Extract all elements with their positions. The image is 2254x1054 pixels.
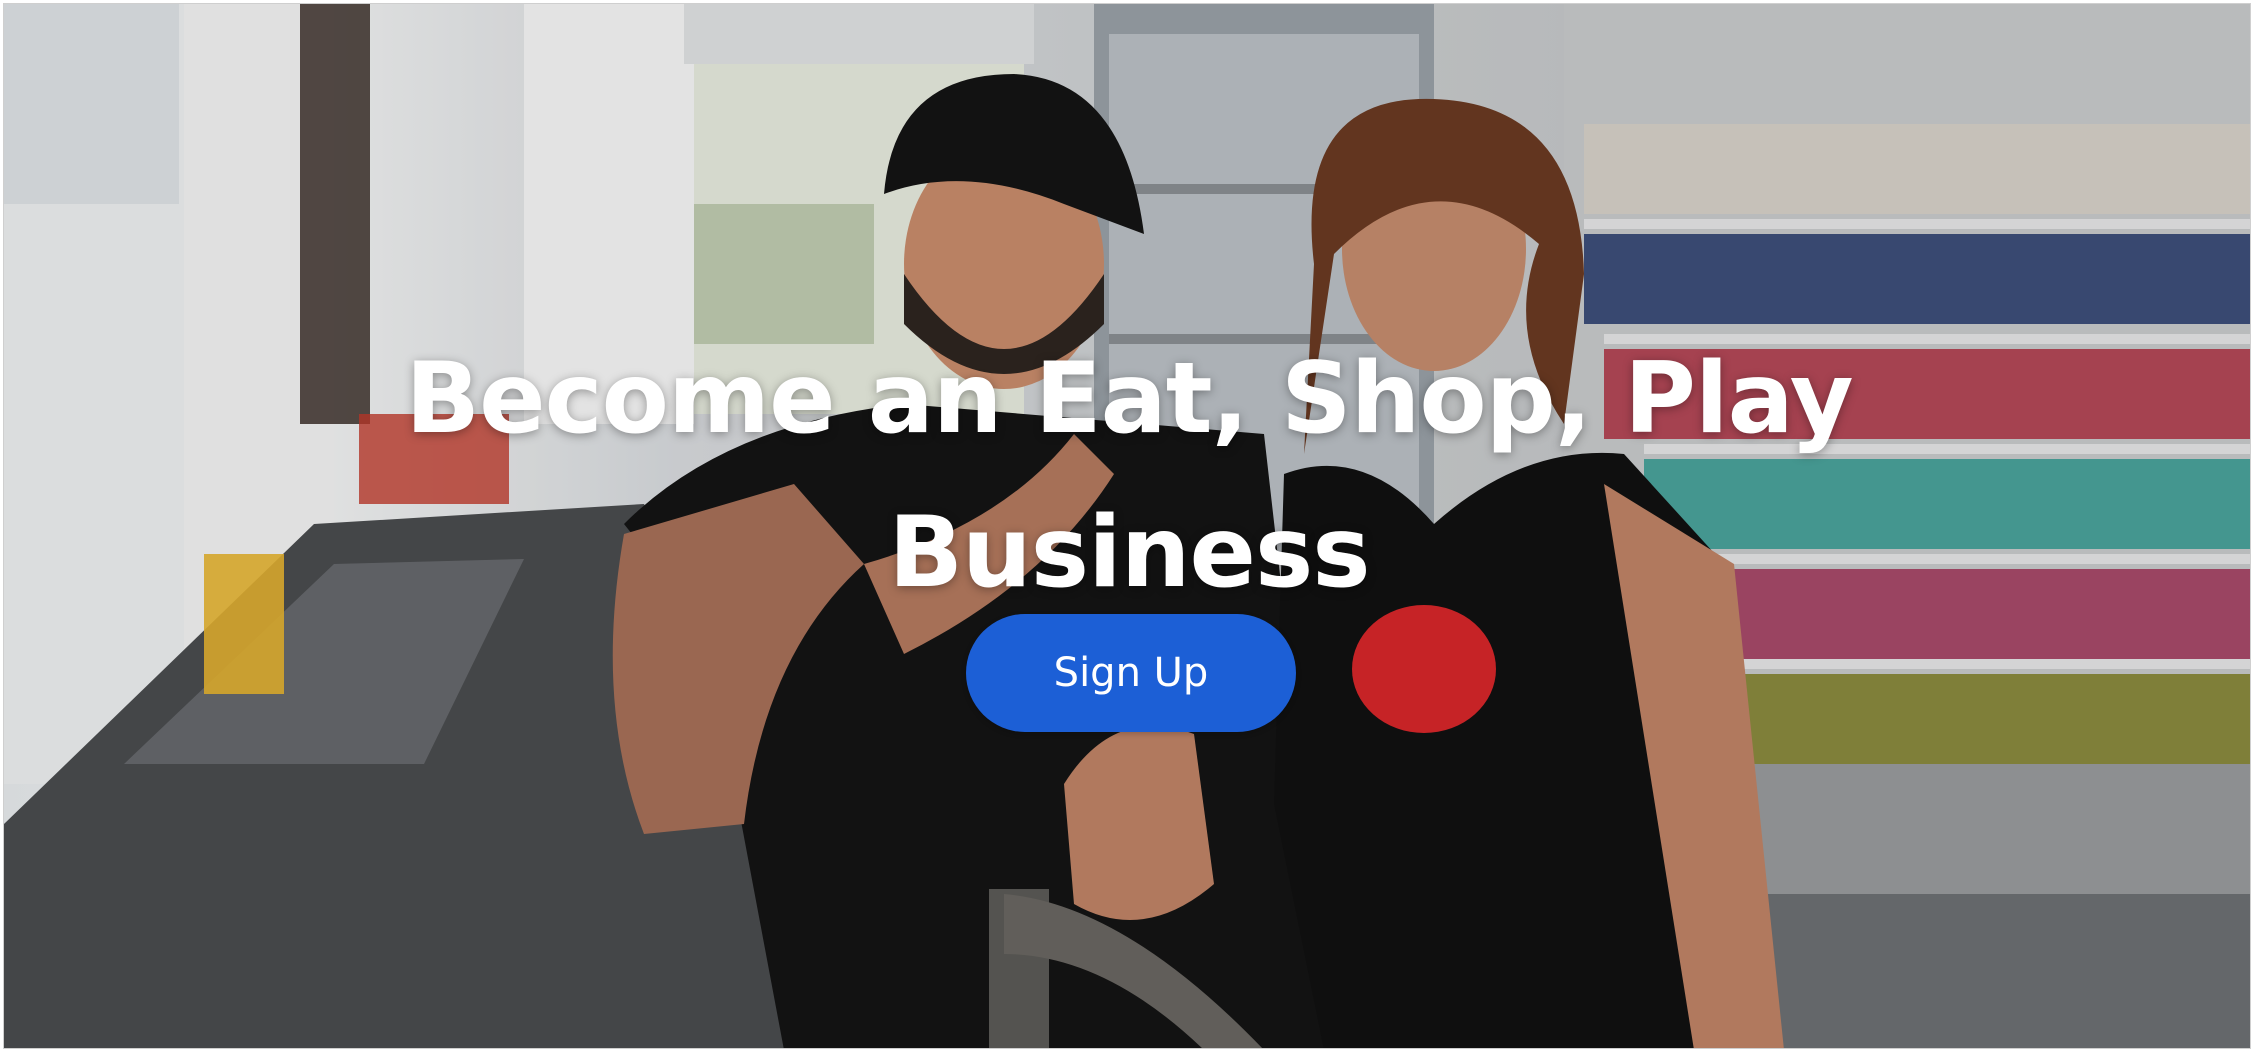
- sign-up-button[interactable]: Sign Up: [966, 614, 1296, 732]
- hero-headline: Become an Eat, Shop, Play Business: [405, 342, 1853, 610]
- hero-banner: Become an Eat, Shop, Play Business Sign …: [3, 3, 2251, 1049]
